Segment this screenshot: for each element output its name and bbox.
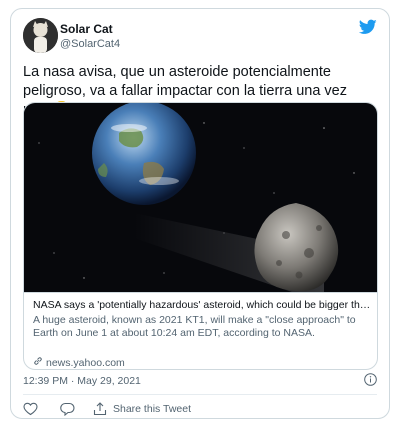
user-name[interactable]: Solar Cat <box>60 22 113 36</box>
link-preview-card[interactable]: NASA says a 'potentially hazardous' aste… <box>23 102 378 370</box>
avatar[interactable] <box>23 18 58 53</box>
link-domain-text: news.yahoo.com <box>46 356 125 369</box>
share-icon <box>93 402 107 416</box>
link-domain[interactable]: news.yahoo.com <box>33 356 125 369</box>
share-button[interactable]: Share this Tweet <box>93 402 191 416</box>
tweet-actions: Share this Tweet <box>23 400 191 418</box>
reply-bubble-icon <box>60 402 75 416</box>
info-icon[interactable] <box>364 373 377 386</box>
link-title[interactable]: NASA says a 'potentially hazardous' aste… <box>33 299 373 311</box>
link-icon <box>33 356 43 369</box>
link-preview-image[interactable] <box>24 103 377 303</box>
link-preview-info[interactable]: NASA says a 'potentially hazardous' aste… <box>24 292 377 369</box>
twitter-bird-icon[interactable] <box>358 19 377 35</box>
reply-button[interactable] <box>60 402 75 416</box>
link-description: A huge asteroid, known as 2021 KT1, will… <box>33 314 356 339</box>
divider <box>23 394 377 395</box>
tweet-timestamp[interactable]: 12:39 PM · May 29, 2021 <box>23 375 141 387</box>
heart-icon <box>23 402 38 416</box>
like-button[interactable] <box>23 402 38 416</box>
share-label: Share this Tweet <box>113 403 192 415</box>
user-handle[interactable]: @SolarCat4 <box>60 38 120 50</box>
tweet-card[interactable]: Solar Cat @SolarCat4 La nasa avisa, que … <box>10 8 390 419</box>
